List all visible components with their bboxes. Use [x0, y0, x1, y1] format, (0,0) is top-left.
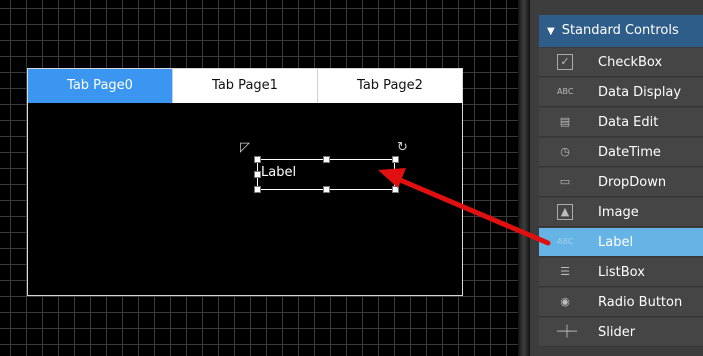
tab-page2[interactable]: Tab Page2 [317, 69, 462, 103]
slider-icon: ─┼─ [557, 325, 577, 338]
toolbox-item-datetime[interactable]: ◷ DateTime [539, 138, 703, 167]
tab-control[interactable]: Tab Page0 Tab Page1 Tab Page2 [27, 68, 463, 296]
resize-handle-bottom-right[interactable] [392, 186, 399, 193]
checkbox-icon: ✓ [557, 54, 573, 70]
toolbox-item-checkbox[interactable]: ✓ CheckBox [539, 48, 703, 77]
toolbox-item-label: ListBox [598, 265, 645, 280]
collapse-triangle-icon: ▼ [547, 26, 555, 37]
label-text: Label [261, 165, 297, 180]
resize-handle-bottom-left[interactable] [254, 186, 261, 193]
toolbox-item-data-display[interactable]: ABC Data Display [539, 78, 703, 107]
datetime-icon: ◷ [560, 145, 570, 158]
toolbox-item-label-selected[interactable]: ABC Label [539, 228, 703, 257]
radio-button-icon: ◉ [560, 295, 570, 308]
resize-handle-top-right[interactable] [392, 156, 399, 163]
standard-controls-header[interactable]: ▼ Standard Controls [539, 15, 703, 47]
panel-splitter[interactable] [518, 0, 530, 356]
image-icon: ▲ [557, 204, 573, 220]
toolbox-item-label: CheckBox [598, 55, 663, 70]
toolbox-item-label: Data Display [598, 85, 682, 100]
selected-label-control[interactable]: Label ◸ ↻ [240, 141, 408, 193]
resize-handle-top-middle[interactable] [323, 156, 330, 163]
listbox-icon: ☰ [560, 265, 570, 278]
resize-handle-top-left[interactable] [254, 156, 261, 163]
toolbox-item-label: Data Edit [598, 115, 659, 130]
label-icon: ABC [557, 237, 574, 246]
toolbox-item-label: DateTime [598, 145, 661, 160]
toolbox-item-slider[interactable]: ─┼─ Slider [539, 318, 703, 347]
data-display-icon: ABC [557, 87, 574, 96]
toolbox-item-label: Radio Button [598, 295, 683, 310]
dropdown-icon: ▭ [559, 175, 571, 188]
resize-handle-middle-left[interactable] [254, 171, 261, 178]
rotate-handle-icon[interactable]: ↻ [397, 141, 408, 154]
toolbox-panel: ▼ Standard Controls ✓ CheckBox ABC Data D… [530, 0, 703, 356]
resize-handle-bottom-middle[interactable] [323, 186, 330, 193]
toolbox-item-image[interactable]: ▲ Image [539, 198, 703, 227]
toolbox-item-listbox[interactable]: ☰ ListBox [539, 258, 703, 287]
tab-page0[interactable]: Tab Page0 [28, 69, 172, 103]
standard-controls-title: Standard Controls [561, 23, 679, 38]
tab-page1[interactable]: Tab Page1 [172, 69, 317, 103]
toolbox-item-label: DropDown [598, 175, 667, 190]
toolbox-item-label: Slider [598, 325, 636, 340]
tab-strip: Tab Page0 Tab Page1 Tab Page2 [28, 69, 462, 103]
toolbox-item-radio-button[interactable]: ◉ Radio Button [539, 288, 703, 317]
data-edit-icon: ▤ [559, 115, 571, 128]
toolbox-item-data-edit[interactable]: ▤ Data Edit [539, 108, 703, 137]
toolbox-item-label: Image [598, 205, 639, 220]
skew-handle-icon[interactable]: ◸ [240, 141, 250, 154]
toolbox-item-label: Label [598, 235, 634, 250]
toolbox-item-dropdown[interactable]: ▭ DropDown [539, 168, 703, 197]
